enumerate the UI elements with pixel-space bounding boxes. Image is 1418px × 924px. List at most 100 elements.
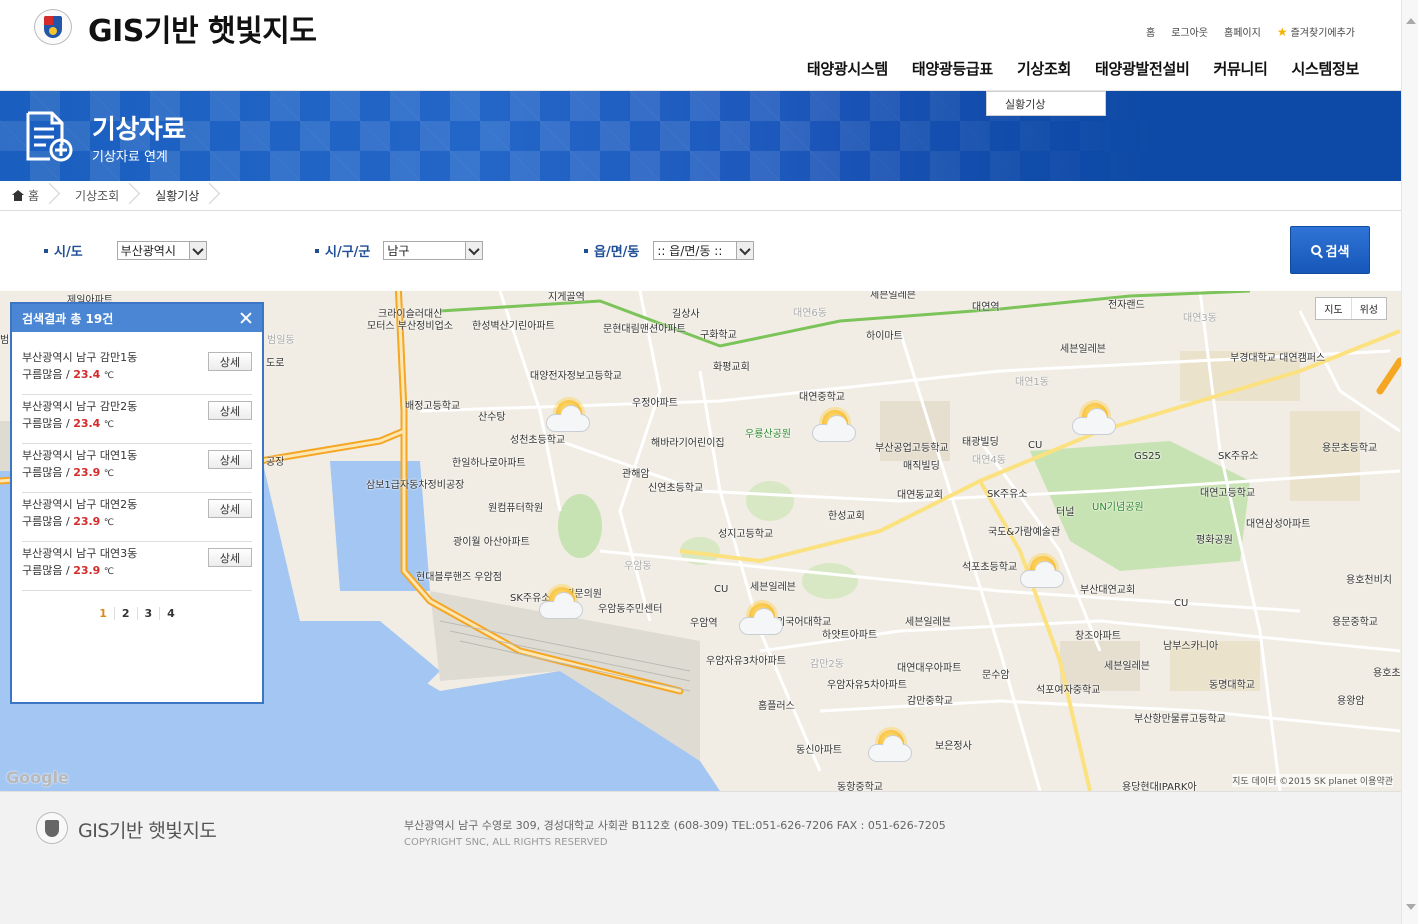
utility-links: 홈 로그아웃 홈페이지 ★ 즐겨찾기에추가 bbox=[1146, 24, 1355, 40]
page-2[interactable]: 2 bbox=[113, 607, 137, 620]
map-label: CU bbox=[1028, 440, 1043, 451]
scroll-down-icon[interactable] bbox=[1406, 904, 1416, 910]
page-4[interactable]: 4 bbox=[159, 607, 182, 620]
sigungu-select[interactable]: 남구 bbox=[383, 241, 484, 260]
map-label: 용왕암 bbox=[1337, 696, 1365, 707]
result-panel-title: 검색결과 총 19건 bbox=[22, 311, 114, 326]
detail-button[interactable]: 상세 bbox=[208, 450, 252, 469]
banner-title: 기상자료 bbox=[92, 115, 186, 145]
map-label: 현대블루핸즈 우암점 bbox=[416, 572, 502, 583]
map-label: 세븐일레븐 bbox=[1104, 661, 1150, 672]
partly-cloudy-icon[interactable] bbox=[542, 398, 596, 438]
home-icon bbox=[12, 190, 24, 201]
map-label: 원컴퓨터학원 bbox=[488, 503, 544, 514]
util-homepage-link[interactable]: 홈페이지 bbox=[1224, 24, 1261, 39]
map-label: 신연초등학교 bbox=[648, 483, 704, 494]
chevron-down-icon bbox=[465, 242, 483, 259]
sido-label: 시/도 bbox=[44, 241, 83, 260]
map-label: 보은정사 bbox=[935, 741, 972, 752]
map-label: 화평교회 bbox=[713, 362, 750, 373]
university-emblem-icon[interactable] bbox=[34, 9, 72, 45]
result-panel-header: 검색결과 총 19건 bbox=[12, 304, 262, 332]
map-label: 하이마트 bbox=[866, 331, 903, 342]
map-label: 부산대연교회 bbox=[1080, 585, 1136, 596]
partly-cloudy-icon[interactable] bbox=[535, 585, 589, 625]
add-favorite-link[interactable]: ★ 즐겨찾기에추가 bbox=[1277, 24, 1355, 40]
map-label: SK주유소 bbox=[1218, 451, 1259, 462]
map-label: 대연삼성아파트 bbox=[1246, 519, 1311, 530]
detail-button[interactable]: 상세 bbox=[208, 401, 252, 420]
page-scrollbar[interactable] bbox=[1401, 0, 1418, 924]
map-label: 한성벽산기린아파트 bbox=[472, 321, 555, 332]
detail-button[interactable]: 상세 bbox=[208, 548, 252, 567]
map-label: 용호천비치 bbox=[1346, 575, 1392, 586]
map-label: 삼보1급자동차정비공장 bbox=[366, 480, 465, 491]
footer-emblem-icon bbox=[36, 812, 68, 844]
breadcrumb-weather[interactable]: 기상조회 bbox=[61, 181, 141, 211]
partly-cloudy-icon[interactable] bbox=[735, 601, 789, 641]
footer-address: 부산광역시 남구 수영로 309, 경성대학교 사회관 B112호 (608-3… bbox=[404, 819, 946, 832]
map-type-satellite[interactable]: 위성 bbox=[1350, 298, 1386, 319]
site-header: GIS기반 햇빛지도 홈 로그아웃 홈페이지 ★ 즐겨찾기에추가 태양광시스템 … bbox=[0, 0, 1401, 91]
nav-solar-system[interactable]: 태양광시스템 bbox=[795, 58, 900, 79]
detail-button[interactable]: 상세 bbox=[208, 499, 252, 518]
main-navigation: 태양광시스템 태양광등급표 기상조회 태양광발전설비 커뮤니티 시스템정보 bbox=[795, 58, 1371, 79]
search-icon bbox=[1310, 245, 1321, 255]
partly-cloudy-icon[interactable] bbox=[1016, 554, 1070, 594]
page-3[interactable]: 3 bbox=[136, 607, 160, 620]
util-home-link[interactable]: 홈 bbox=[1146, 24, 1155, 39]
map-label: 감만중학교 bbox=[907, 696, 953, 707]
site-title[interactable]: GIS기반 햇빛지도 bbox=[88, 6, 317, 50]
google-logo: Google bbox=[6, 768, 69, 787]
map-label: 부산공업고등학교 bbox=[875, 443, 949, 454]
nav-community[interactable]: 커뮤니티 bbox=[1201, 58, 1279, 79]
map-label: 배정고등학교 bbox=[405, 401, 461, 412]
map-label: 도로 bbox=[266, 358, 285, 369]
map-label: 성지고등학교 bbox=[718, 529, 774, 540]
map-label: 지게골역 bbox=[548, 292, 585, 303]
map-label: 대연동교회 bbox=[897, 490, 943, 501]
map-label: 한성교회 bbox=[828, 511, 865, 522]
map-label: 우암자유5차아파트 bbox=[827, 680, 907, 691]
breadcrumb-home-label: 홈 bbox=[28, 189, 40, 203]
map-label: 대연1동 bbox=[1015, 377, 1049, 388]
partly-cloudy-icon[interactable] bbox=[808, 408, 862, 448]
map-label: 우암동주민센터 bbox=[598, 604, 663, 615]
eupmyeondong-field: 읍/면/동 :: 읍/면/동 :: bbox=[584, 241, 755, 260]
breadcrumb-current-weather[interactable]: 실황기상 bbox=[141, 181, 221, 211]
map-label: SK주유소 bbox=[987, 489, 1028, 500]
map-label: 태광빌딩 bbox=[962, 437, 999, 448]
nav-solar-facility[interactable]: 태양광발전설비 bbox=[1083, 58, 1202, 79]
map-label: 대양전자정보고등학교 bbox=[530, 371, 622, 382]
search-button[interactable]: 검색 bbox=[1290, 226, 1370, 274]
map-type-map[interactable]: 지도 bbox=[1316, 298, 1350, 319]
result-item: 부산광역시 남구 대연1동 구름많음 / 23.9 ℃ 상세 bbox=[22, 444, 252, 493]
map-label: 산수탕 bbox=[478, 412, 506, 423]
add-favorite-label: 즐겨찾기에추가 bbox=[1290, 28, 1355, 39]
scroll-up-icon[interactable] bbox=[1406, 18, 1416, 24]
nav-system-info[interactable]: 시스템정보 bbox=[1279, 58, 1371, 79]
partly-cloudy-icon[interactable] bbox=[864, 728, 918, 768]
sido-select[interactable]: 부산광역시 bbox=[116, 241, 207, 260]
submenu-current-weather[interactable]: 실황기상 bbox=[987, 92, 1105, 116]
util-logout-link[interactable]: 로그아웃 bbox=[1171, 24, 1208, 39]
breadcrumb: 홈 기상조회 실황기상 bbox=[0, 181, 1401, 211]
map-label: 범일동 bbox=[267, 335, 295, 346]
search-result-panel: 검색결과 총 19건 부산광역시 남구 감만1동 구름많음 / 23.4 ℃ 상… bbox=[10, 302, 264, 704]
map-label: 동항중학교 bbox=[837, 782, 883, 791]
page-1[interactable]: 1 bbox=[92, 607, 114, 620]
nav-weather[interactable]: 기상조회 bbox=[1005, 58, 1083, 79]
detail-button[interactable]: 상세 bbox=[208, 352, 252, 371]
close-icon[interactable] bbox=[240, 312, 252, 324]
map-label: 관해암 bbox=[622, 469, 650, 480]
breadcrumb-home[interactable]: 홈 bbox=[0, 181, 61, 211]
map-label: 한일하나로아파트 bbox=[452, 458, 526, 469]
eupmyeondong-select[interactable]: :: 읍/면/동 :: bbox=[653, 241, 755, 260]
sido-select-value: 부산광역시 bbox=[120, 244, 176, 258]
map-label: 모터스 부산정비업소 bbox=[367, 321, 453, 332]
nav-solar-grade[interactable]: 태양광등급표 bbox=[900, 58, 1005, 79]
chevron-down-icon bbox=[188, 242, 206, 259]
map-label: 부산항만물류고등학교 bbox=[1134, 714, 1226, 725]
map-label: 동신아파트 bbox=[796, 745, 842, 756]
partly-cloudy-icon[interactable] bbox=[1068, 401, 1122, 441]
